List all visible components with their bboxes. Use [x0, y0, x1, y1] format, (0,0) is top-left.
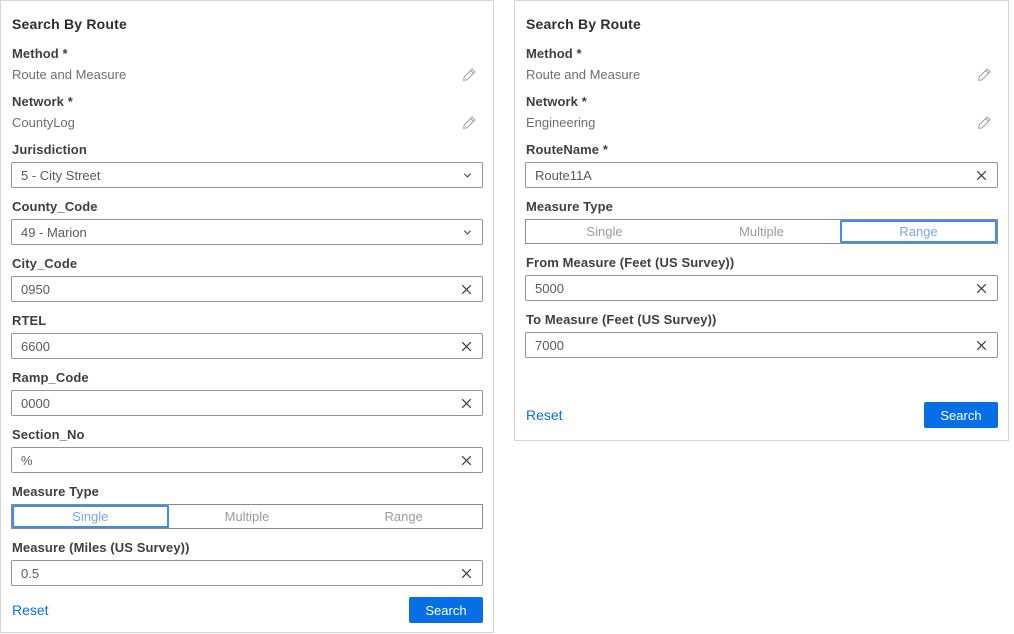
network-field: Network * CountyLog [11, 94, 483, 131]
chevron-down-icon [462, 170, 473, 181]
network-label: Network * [526, 94, 998, 109]
measure-label: Measure (Miles (US Survey)) [12, 540, 483, 555]
search-by-route-panel-2: Search By Route Method * Route and Measure… [514, 0, 1009, 441]
city-code-field: City_Code [11, 256, 483, 302]
city-code-input-box [11, 276, 483, 302]
network-readonly-row: Engineering [525, 114, 998, 131]
clear-icon[interactable] [460, 283, 473, 296]
clear-icon[interactable] [460, 567, 473, 580]
county-code-label: County_Code [12, 199, 483, 214]
measure-input[interactable] [21, 566, 460, 581]
panel-title: Search By Route [12, 16, 483, 32]
reset-link[interactable]: Reset [12, 602, 49, 618]
city-code-input[interactable] [21, 282, 460, 297]
network-field: Network * Engineering [525, 94, 998, 131]
panel-footer: Reset Search [525, 402, 998, 428]
measure-type-segmented-control: SingleMultipleRange [525, 219, 998, 244]
clear-icon[interactable] [975, 339, 988, 352]
search-button[interactable]: Search [409, 597, 483, 623]
chevron-down-icon [462, 227, 473, 238]
search-button[interactable]: Search [924, 402, 998, 428]
pencil-icon[interactable] [977, 67, 992, 82]
to-measure-input[interactable] [535, 338, 975, 353]
city-code-label: City_Code [12, 256, 483, 271]
method-field: Method * Route and Measure [11, 46, 483, 83]
measure-type-label: Measure Type [12, 484, 483, 499]
jurisdiction-selected-value: 5 - City Street [21, 168, 100, 183]
clear-icon[interactable] [975, 282, 988, 295]
method-value: Route and Measure [12, 66, 126, 83]
measure-type-option-range[interactable]: Range [325, 505, 482, 528]
network-value: CountyLog [12, 114, 75, 131]
network-value: Engineering [526, 114, 595, 131]
measure-input-box [11, 560, 483, 586]
ramp-code-input-box [11, 390, 483, 416]
network-label: Network * [12, 94, 483, 109]
measure-type-option-multiple[interactable]: Multiple [169, 505, 326, 528]
to-measure-field: To Measure (Feet (US Survey)) [525, 312, 998, 358]
pencil-icon[interactable] [462, 67, 477, 82]
method-label: Method * [526, 46, 998, 61]
method-label: Method * [12, 46, 483, 61]
rtel-label: RTEL [12, 313, 483, 328]
county-code-field: County_Code 49 - Marion [11, 199, 483, 245]
ramp-code-input[interactable] [21, 396, 460, 411]
measure-type-option-single[interactable]: Single [526, 220, 683, 243]
measure-type-segmented-control: SingleMultipleRange [11, 504, 483, 529]
section-no-input-box [11, 447, 483, 473]
from-measure-label: From Measure (Feet (US Survey)) [526, 255, 998, 270]
routename-label: RouteName * [526, 142, 998, 157]
measure-type-field: Measure Type SingleMultipleRange [11, 484, 483, 529]
pencil-icon[interactable] [462, 115, 477, 130]
measure-type-field: Measure Type SingleMultipleRange [525, 199, 998, 244]
clear-icon[interactable] [460, 397, 473, 410]
section-no-field: Section_No [11, 427, 483, 473]
method-field: Method * Route and Measure [525, 46, 998, 83]
ramp-code-field: Ramp_Code [11, 370, 483, 416]
routename-input-box [525, 162, 998, 188]
jurisdiction-label: Jurisdiction [12, 142, 483, 157]
routename-field: RouteName * [525, 142, 998, 188]
jurisdiction-field: Jurisdiction 5 - City Street [11, 142, 483, 188]
rtel-field: RTEL [11, 313, 483, 359]
panel-footer: Reset Search [11, 597, 483, 623]
panel-title: Search By Route [526, 16, 998, 32]
network-readonly-row: CountyLog [11, 114, 483, 131]
method-value: Route and Measure [526, 66, 640, 83]
measure-type-option-multiple[interactable]: Multiple [683, 220, 840, 243]
pencil-icon[interactable] [977, 115, 992, 130]
county-code-select[interactable]: 49 - Marion [11, 219, 483, 245]
method-readonly-row: Route and Measure [11, 66, 483, 83]
section-no-label: Section_No [12, 427, 483, 442]
county-code-selected-value: 49 - Marion [21, 225, 87, 240]
clear-icon[interactable] [460, 340, 473, 353]
reset-link[interactable]: Reset [526, 407, 563, 423]
clear-icon[interactable] [975, 169, 988, 182]
from-measure-input-box [525, 275, 998, 301]
routename-input[interactable] [535, 168, 975, 183]
ramp-code-label: Ramp_Code [12, 370, 483, 385]
clear-icon[interactable] [460, 454, 473, 467]
rtel-input[interactable] [21, 339, 460, 354]
measure-field: Measure (Miles (US Survey)) [11, 540, 483, 586]
to-measure-label: To Measure (Feet (US Survey)) [526, 312, 998, 327]
section-no-input[interactable] [21, 453, 460, 468]
measure-type-option-range[interactable]: Range [840, 220, 997, 243]
rtel-input-box [11, 333, 483, 359]
method-readonly-row: Route and Measure [525, 66, 998, 83]
to-measure-input-box [525, 332, 998, 358]
from-measure-input[interactable] [535, 281, 975, 296]
measure-type-label: Measure Type [526, 199, 998, 214]
search-by-route-panel-1: Search By Route Method * Route and Measure… [0, 0, 494, 633]
measure-type-option-single[interactable]: Single [12, 505, 169, 528]
jurisdiction-select[interactable]: 5 - City Street [11, 162, 483, 188]
from-measure-field: From Measure (Feet (US Survey)) [525, 255, 998, 301]
